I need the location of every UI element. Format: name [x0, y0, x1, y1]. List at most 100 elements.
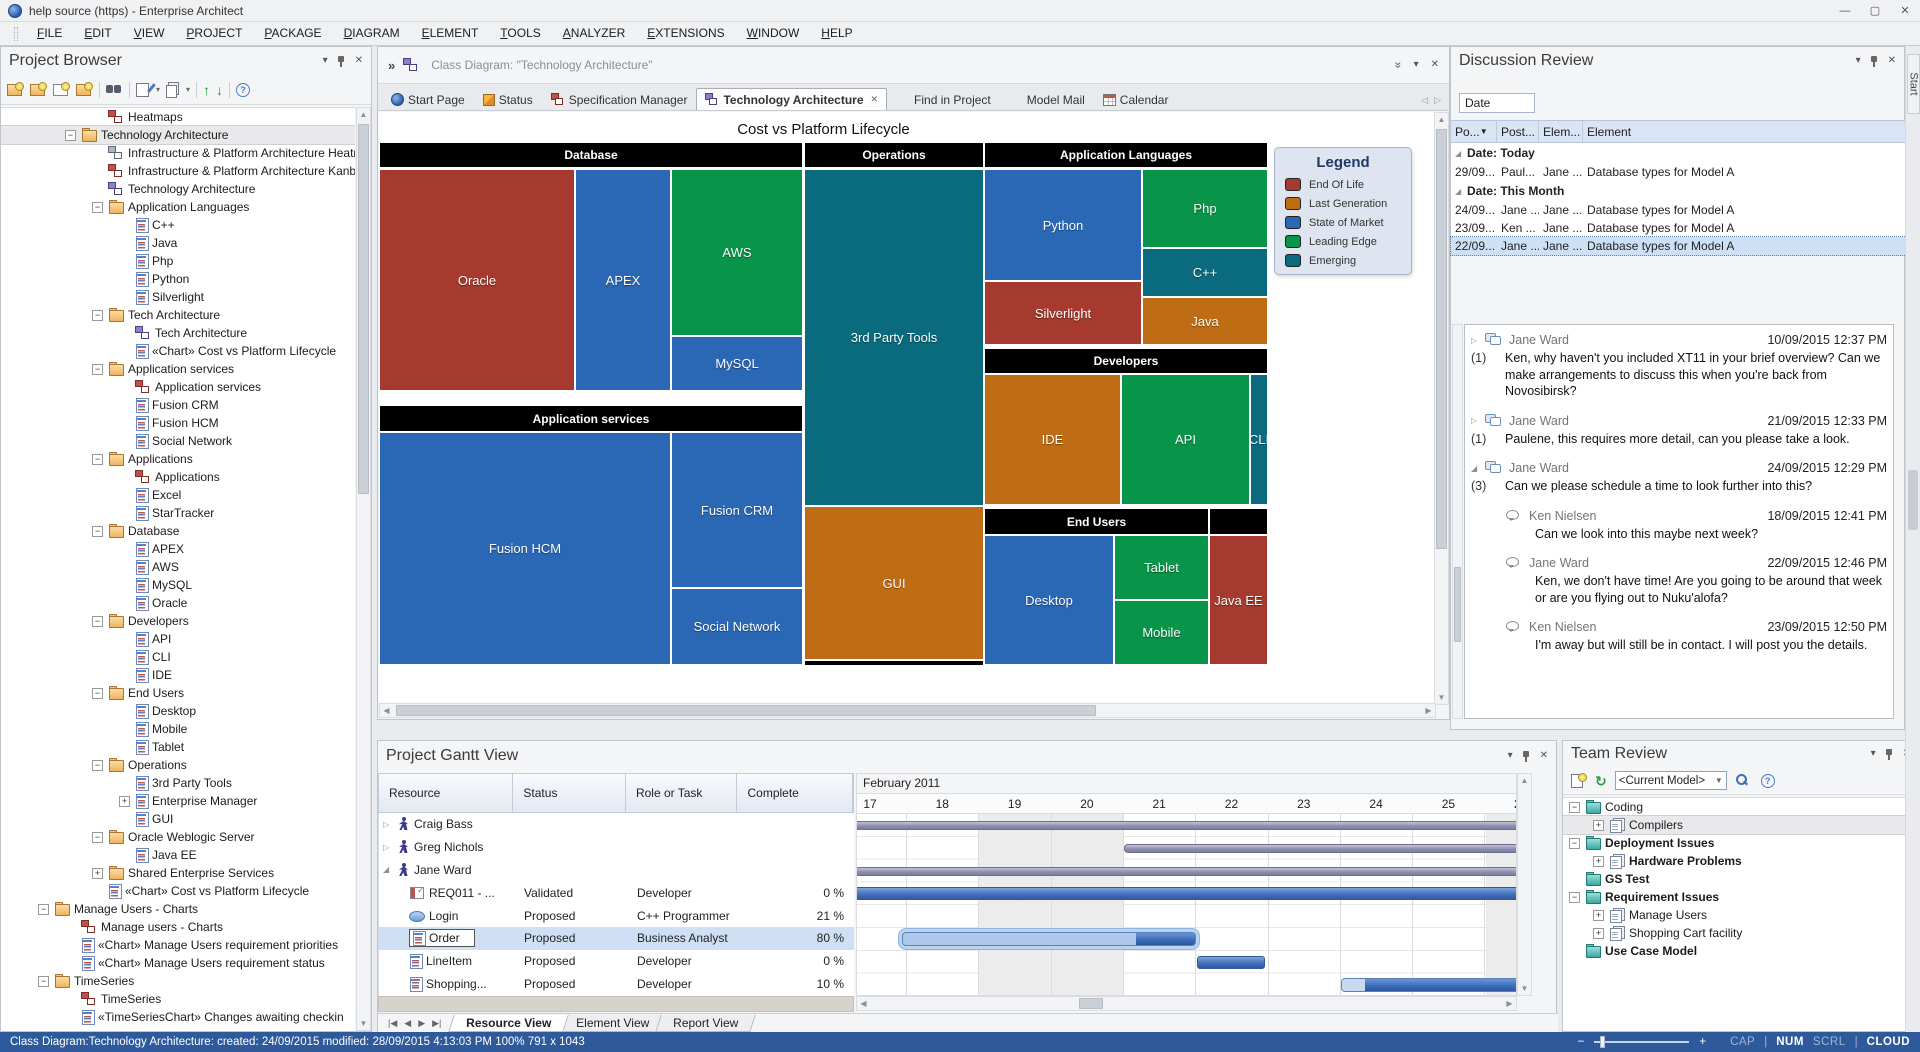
tree-expander-icon[interactable]: − — [1569, 892, 1580, 903]
tree-item[interactable]: «Chart» Manage Users requirement status — [1, 954, 355, 972]
gantt-horizontal-scrollbar[interactable]: ◀ ▶ — [856, 996, 1517, 1011]
gantt-bar[interactable] — [1124, 844, 1517, 853]
strip-scroll-thumb[interactable] — [1908, 470, 1918, 530]
tree-item[interactable]: +Compilers — [1563, 816, 1919, 834]
start-autohide-tab[interactable]: Start — [1907, 54, 1920, 114]
maximize-button[interactable]: ▢ — [1860, 1, 1890, 21]
tree-item[interactable]: Heatmaps — [1, 108, 355, 126]
treemap-cell[interactable]: Python — [985, 170, 1141, 280]
tree-item[interactable]: Silverlight — [1, 288, 355, 306]
treemap-cell[interactable]: CLI — [1251, 375, 1267, 504]
canvas-horizontal-scrollbar[interactable]: ◀ ▶ — [379, 703, 1436, 718]
tree-item[interactable]: «Chart» Cost vs Platform Lifecycle — [1, 882, 355, 900]
new-element-icon[interactable] — [76, 82, 93, 97]
gantt-row[interactable]: Shopping...ProposedDeveloper10 % — [379, 973, 854, 996]
tree-item[interactable]: CLI — [1, 648, 355, 666]
zoom-out-icon[interactable]: − — [1578, 1036, 1585, 1048]
column-header[interactable]: Elem... — [1539, 121, 1583, 142]
gantt-vertical-scrollbar[interactable]: ▲ ▼ — [1517, 773, 1532, 996]
menu-extensions[interactable]: EXTENSIONS — [636, 22, 735, 45]
menu-view[interactable]: VIEW — [123, 22, 176, 45]
tree-item[interactable]: MySQL — [1, 576, 355, 594]
gantt-bar[interactable] — [1341, 978, 1517, 992]
zoom-in-icon[interactable]: + — [1699, 1036, 1706, 1048]
column-header[interactable]: Po... ▼ — [1451, 121, 1497, 142]
tree-expander-icon[interactable]: − — [92, 616, 103, 627]
treemap-cell[interactable]: 3rd Party Tools — [805, 170, 983, 505]
help-icon[interactable]: ? — [236, 83, 250, 97]
tree-item[interactable]: Python — [1, 270, 355, 288]
tree-expander-icon[interactable]: − — [38, 904, 49, 915]
tree-item[interactable]: APEX — [1, 540, 355, 558]
status-toggle-cap[interactable]: CAP — [1730, 1036, 1755, 1048]
gantt-row[interactable]: ▷Greg Nichols — [379, 836, 854, 859]
next-page-icon[interactable]: ▶ — [418, 1018, 425, 1029]
gantt-table-scroll-track[interactable] — [378, 996, 854, 1012]
tree-expander-icon[interactable]: − — [92, 202, 103, 213]
menu-element[interactable]: ELEMENT — [411, 22, 490, 45]
scroll-left-icon[interactable]: ◀ — [857, 997, 870, 1010]
tree-item[interactable]: Fusion HCM — [1, 414, 355, 432]
tree-item[interactable]: +Hardware Problems — [1563, 852, 1919, 870]
discussion-row[interactable]: 23/09...Ken ...Jane ...Database types fo… — [1451, 219, 1906, 237]
treemap-cell[interactable]: Php — [1143, 170, 1267, 247]
tree-item[interactable]: GS Test — [1563, 870, 1919, 888]
tree-expander-icon[interactable]: − — [38, 976, 49, 987]
treemap-cell[interactable]: Silverlight — [985, 282, 1141, 344]
minimize-button[interactable]: — — [1830, 1, 1860, 21]
tree-item[interactable]: TimeSeries — [1, 990, 355, 1008]
column-header[interactable]: Status — [513, 774, 626, 812]
scroll-up-icon[interactable]: ▲ — [1518, 774, 1531, 787]
tree-item[interactable]: API — [1, 630, 355, 648]
treemap-cell[interactable]: Java EE — [1210, 536, 1267, 664]
tree-item[interactable]: Tech Architecture — [1, 324, 355, 342]
first-page-icon[interactable]: |◀ — [388, 1018, 397, 1029]
menu-help[interactable]: HELP — [810, 22, 863, 45]
treemap-cell[interactable]: Tablet — [1115, 536, 1208, 599]
expand-caption-icon[interactable]: » — [388, 58, 395, 73]
tree-item[interactable]: Infrastructure & Platform Architecture K… — [1, 162, 355, 180]
treemap-cell[interactable]: Fusion CRM — [672, 433, 802, 587]
gantt-row[interactable]: LineItemProposedDeveloper0 % — [379, 950, 854, 973]
row-expand-icon[interactable]: ▷ — [383, 843, 397, 852]
tree-expander-icon[interactable]: − — [92, 760, 103, 771]
panel-menu-icon[interactable]: ▾ — [1871, 749, 1876, 759]
refresh-icon[interactable]: ↻ — [1595, 774, 1607, 788]
message-expand-icon[interactable]: ◢ — [1471, 464, 1485, 473]
group-by-field[interactable]: Date — [1459, 93, 1535, 113]
tree-item[interactable]: −Application Languages — [1, 198, 355, 216]
help-icon[interactable]: ? — [1761, 774, 1775, 788]
close-icon[interactable]: ✕ — [1888, 56, 1896, 66]
tree-expander-icon[interactable]: + — [119, 796, 130, 807]
tree-item[interactable]: −Applications — [1, 450, 355, 468]
scroll-up-icon[interactable]: ▲ — [357, 108, 370, 121]
tab-calendar[interactable]: Calendar — [1094, 88, 1178, 110]
view-tab-resource-view[interactable]: Resource View — [449, 1015, 570, 1032]
tree-item[interactable]: +Enterprise Manager — [1, 792, 355, 810]
menu-package[interactable]: PACKAGE — [253, 22, 332, 45]
caption-menu-icon[interactable]: ▾ — [1414, 60, 1419, 70]
search-icon[interactable] — [1735, 774, 1749, 788]
tree-item[interactable]: −Requirement Issues — [1563, 888, 1919, 906]
tree-expander-icon[interactable]: − — [92, 526, 103, 537]
treemap-cell[interactable]: Social Network — [672, 589, 802, 664]
treemap-cell[interactable]: GUI — [805, 507, 983, 659]
discussion-message[interactable]: Ken Nielsen23/09/2015 12:50 PMI'm away b… — [1471, 620, 1887, 654]
discussion-message[interactable]: ▷Jane Ward10/09/2015 12:37 PM(1)Ken, why… — [1471, 333, 1887, 400]
scroll-right-icon[interactable]: ▶ — [1422, 704, 1435, 717]
gantt-bar[interactable] — [856, 821, 1517, 830]
group-expand-icon[interactable]: ◢ — [1455, 149, 1467, 158]
edit-icon[interactable] — [136, 82, 153, 97]
scroll-down-icon[interactable]: ▼ — [1435, 691, 1448, 704]
tree-item[interactable]: «Chart» Manage Users requirement priorit… — [1, 936, 355, 954]
gantt-row[interactable]: ◢Jane Ward — [379, 859, 854, 882]
tree-expander-icon[interactable]: + — [1593, 820, 1604, 831]
edit-dropdown-icon[interactable]: ▾ — [156, 85, 160, 94]
tree-item[interactable]: Tablet — [1, 738, 355, 756]
pin-icon[interactable] — [1885, 749, 1894, 760]
tree-item[interactable]: IDE — [1, 666, 355, 684]
tree-item[interactable]: +Shopping Cart facility — [1563, 924, 1919, 942]
column-header[interactable]: Complete — [737, 774, 853, 812]
column-header[interactable]: Resource — [379, 774, 513, 812]
gantt-bar[interactable] — [1197, 956, 1265, 969]
